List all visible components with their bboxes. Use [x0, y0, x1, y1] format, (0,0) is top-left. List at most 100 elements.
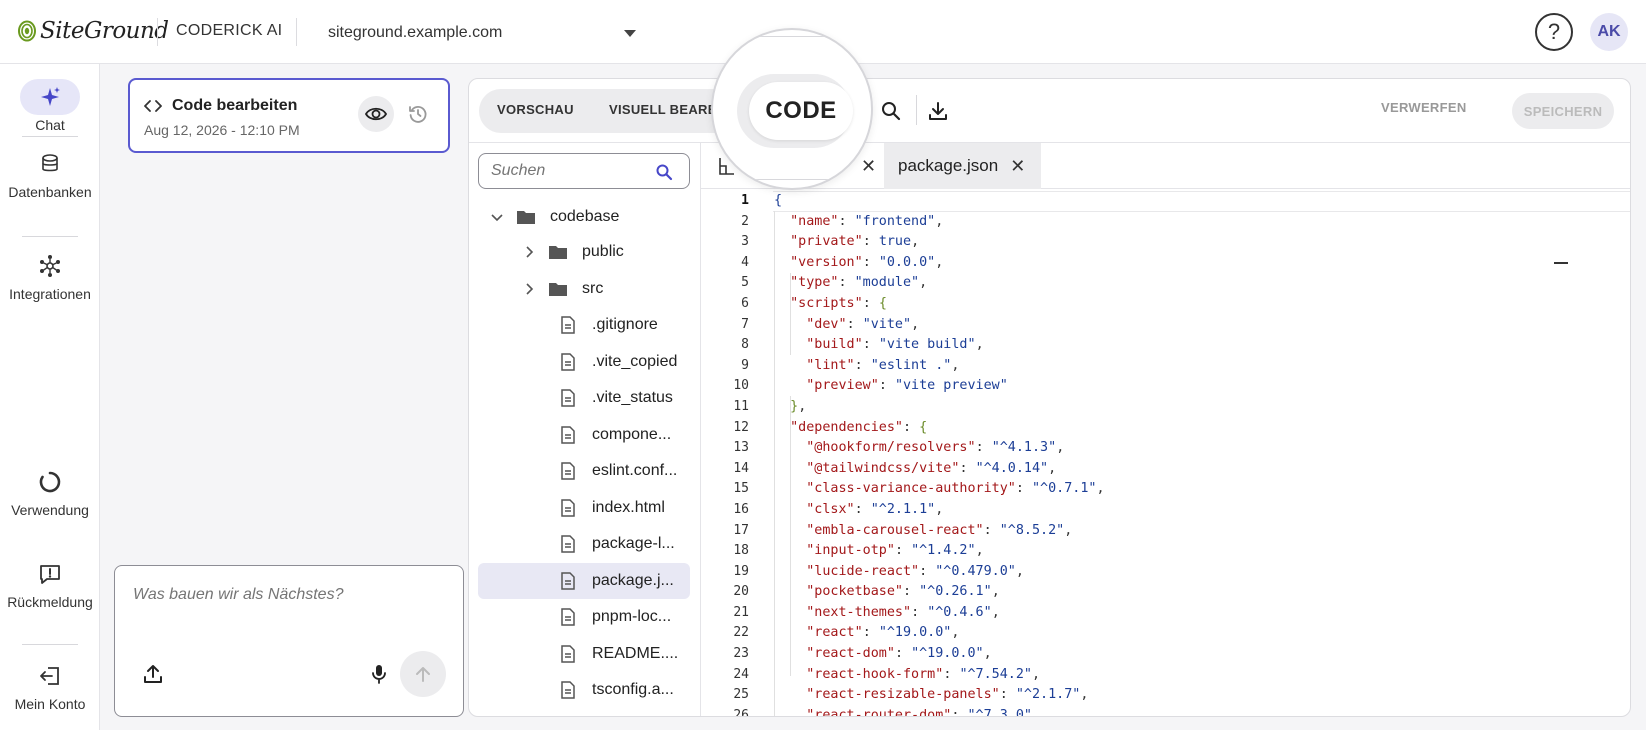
- code-line: "input-otp": "^1.4.2",: [806, 543, 984, 559]
- avatar[interactable]: AK: [1590, 13, 1628, 51]
- siteground-logo[interactable]: SiteGround: [18, 18, 169, 44]
- nav-label-integrations: Integrationen: [9, 286, 91, 302]
- code-line: "dev": "vite",: [806, 316, 920, 332]
- chat-input[interactable]: [133, 586, 443, 604]
- file-icon: [561, 353, 575, 371]
- code-line: "private": true,: [790, 234, 920, 250]
- tree-file[interactable]: tsconfig.a...: [478, 672, 690, 708]
- tab-preview[interactable]: VORSCHAU: [497, 102, 574, 117]
- close-icon[interactable]: ✕: [861, 156, 876, 177]
- product-name: CODERICK AI: [176, 22, 283, 39]
- tree-item-label: pnpm-loc...: [592, 608, 672, 625]
- tree-item-label: .vite_status: [592, 389, 673, 406]
- file-icon: [561, 389, 575, 407]
- tree-item-label: codebase: [550, 208, 620, 225]
- eye-icon: [365, 107, 387, 121]
- left-nav: Chat Datenbanken Integrationen Verwendun…: [0, 64, 100, 730]
- code-line: "@hookform/resolvers": "^4.1.3",: [806, 440, 1065, 456]
- nav-icon-wrap: [20, 146, 80, 182]
- code-line: "lucide-react": "^0.479.0",: [806, 563, 1024, 579]
- tree-file[interactable]: .vite_status: [478, 380, 690, 416]
- arrow-up-icon: [416, 667, 430, 682]
- line-number: 6: [741, 295, 749, 311]
- tree-file[interactable]: index.html: [478, 490, 690, 526]
- nav-label-chat: Chat: [35, 117, 65, 133]
- chevron-right-icon: [526, 246, 534, 258]
- nav-item-databases[interactable]: Datenbanken: [0, 146, 100, 203]
- site-select-value: siteground.example.com: [328, 24, 503, 41]
- upload-icon[interactable]: [141, 662, 165, 686]
- line-number: 7: [741, 316, 749, 332]
- session-card[interactable]: Code bearbeiten Aug 12, 2026 - 12:10 PM: [128, 78, 450, 153]
- tree-file-selected[interactable]: package.j...: [478, 563, 690, 599]
- file-tab-active[interactable]: package.json ✕: [884, 143, 1041, 189]
- code-pane: ✕ package.json ✕ 1 2 3 4 5 6 7 8 9 10 11 12 13 14 15 16…: [701, 143, 1630, 716]
- send-button[interactable]: [400, 651, 446, 697]
- discard-button[interactable]: VERWERFEN: [1381, 100, 1467, 115]
- tab-code[interactable]: CODE: [749, 82, 853, 140]
- file-icon: [561, 608, 575, 626]
- nav-divider: [22, 236, 78, 237]
- line-number: 20: [733, 584, 749, 600]
- nav-item-chat[interactable]: Chat: [0, 79, 100, 136]
- microphone-icon[interactable]: [367, 662, 391, 686]
- nav-item-usage[interactable]: Verwendung: [0, 464, 100, 521]
- nav-item-integrations[interactable]: Integrationen: [0, 248, 100, 305]
- tree-file[interactable]: compone...: [478, 417, 690, 453]
- nav-icon-wrap: [20, 464, 80, 500]
- line-number: 21: [733, 604, 749, 620]
- tree-folder-src[interactable]: src: [478, 271, 690, 307]
- line-number: 23: [733, 646, 749, 662]
- code-line: "react": "^19.0.0",: [806, 625, 960, 641]
- tree-file[interactable]: eslint.conf...: [478, 453, 690, 489]
- line-number: 3: [741, 234, 749, 250]
- tree-file[interactable]: .vite_copied: [478, 344, 690, 380]
- logout-icon: [40, 667, 59, 685]
- line-number: 8: [741, 337, 749, 353]
- tree-item-label: public: [582, 243, 624, 260]
- nav-label-account: Mein Konto: [14, 696, 86, 712]
- history-icon: [409, 106, 427, 123]
- code-icon: [144, 100, 162, 112]
- tree-file[interactable]: package-l...: [478, 526, 690, 562]
- code-line: "next-themes": "^0.4.6",: [806, 604, 1000, 620]
- file-icon: [561, 426, 575, 444]
- tree-file[interactable]: pnpm-loc...: [478, 599, 690, 635]
- file-tree: codebase public src .gitignore .vite_cop…: [469, 143, 701, 716]
- file-icon: [561, 316, 575, 334]
- code-line: "clsx": "^2.1.1",: [806, 501, 944, 517]
- line-number: 15: [733, 481, 749, 497]
- save-button[interactable]: SPEICHERN: [1512, 93, 1614, 129]
- tree-file[interactable]: README....: [478, 636, 690, 672]
- magnifier-line: [713, 179, 871, 180]
- nav-icon-wrap: [20, 248, 80, 284]
- chevron-down-icon: [491, 214, 503, 222]
- code-content[interactable]: { "name": "frontend", "private": true, "…: [774, 191, 1614, 716]
- overview-ruler-marker: [1554, 262, 1568, 264]
- line-number: 24: [733, 666, 749, 682]
- tree-folder-public[interactable]: public: [478, 234, 690, 270]
- restore-button[interactable]: [402, 98, 434, 130]
- file-search-input[interactable]: [491, 162, 651, 180]
- line-number: 22: [733, 625, 749, 641]
- tree-folder-codebase[interactable]: codebase: [478, 199, 690, 235]
- tree-item-label: package.j...: [592, 572, 674, 589]
- help-button[interactable]: ?: [1535, 13, 1573, 51]
- site-select[interactable]: siteground.example.com: [328, 20, 648, 46]
- close-icon[interactable]: ✕: [1010, 156, 1025, 177]
- search-icon[interactable]: [655, 163, 673, 181]
- file-search: [478, 153, 690, 189]
- nav-item-feedback[interactable]: Rückmeldung: [0, 556, 100, 613]
- tree-file[interactable]: .gitignore: [478, 307, 690, 343]
- code-line: "name": "frontend",: [790, 213, 944, 229]
- code-line: "react-resizable-panels": "^2.1.7",: [806, 687, 1089, 703]
- code-line: "react-hook-form": "^7.54.2",: [806, 666, 1041, 682]
- line-number: 16: [733, 501, 749, 517]
- line-number: 17: [733, 522, 749, 538]
- nav-item-account[interactable]: Mein Konto: [0, 658, 100, 715]
- line-number: 5: [741, 275, 749, 291]
- preview-toggle-button[interactable]: [358, 96, 394, 132]
- folder-icon: [549, 246, 567, 259]
- search-icon[interactable]: [879, 99, 903, 123]
- download-icon[interactable]: [926, 99, 950, 123]
